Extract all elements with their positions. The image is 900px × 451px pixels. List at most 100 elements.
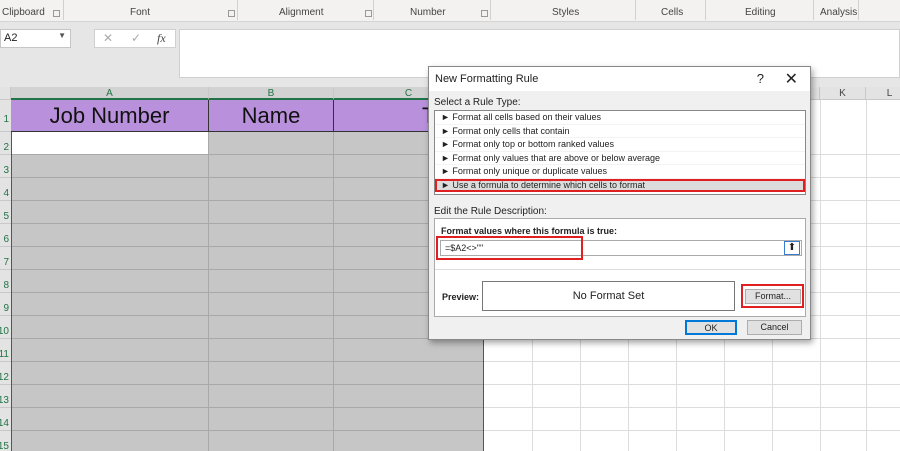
cell-a1[interactable]: Job Number <box>11 100 209 132</box>
formula-buttons: ✕ ✓ fx <box>94 29 176 48</box>
dialog-title: New Formatting Rule <box>429 67 810 91</box>
insert-function-icon[interactable]: fx <box>157 31 166 46</box>
cell[interactable] <box>209 155 334 178</box>
cell[interactable] <box>209 224 334 247</box>
cell[interactable] <box>209 270 334 293</box>
gridline <box>484 430 900 431</box>
row-header[interactable]: 9 <box>0 293 11 316</box>
active-cell[interactable] <box>11 132 209 155</box>
preview-box: No Format Set <box>482 281 735 311</box>
name-box-value: A2 <box>4 32 18 44</box>
cell[interactable] <box>209 339 334 362</box>
close-icon[interactable]: ✕ <box>785 69 798 89</box>
rule-type-item[interactable]: ► Format only values that are above or b… <box>435 152 805 165</box>
cell[interactable] <box>209 362 334 385</box>
row-header[interactable]: 11 <box>0 339 11 362</box>
preview-label: Preview: <box>442 292 480 302</box>
formula-label: Format values where this formula is true… <box>441 226 618 236</box>
dialog-launcher-icon[interactable] <box>481 10 488 17</box>
cell[interactable] <box>209 178 334 201</box>
cell[interactable] <box>11 178 209 201</box>
cell[interactable] <box>334 339 484 362</box>
cell-b1[interactable]: Name <box>209 100 334 132</box>
ribbon-group-alignment: Alignment <box>279 7 324 18</box>
rule-type-item[interactable]: ► Format only cells that contain <box>435 125 805 138</box>
ribbon-group-clipboard: Clipboard <box>2 7 45 18</box>
column-header-a[interactable]: A <box>11 87 209 100</box>
select-all-button[interactable] <box>0 87 11 100</box>
cell[interactable] <box>11 247 209 270</box>
cell[interactable] <box>11 201 209 224</box>
row-header[interactable]: 13 <box>0 385 11 408</box>
column-header-b[interactable]: B <box>209 87 334 100</box>
cell[interactable] <box>209 431 334 451</box>
ok-button[interactable]: OK <box>685 320 737 335</box>
rule-description-panel: Format values where this formula is true… <box>434 218 806 317</box>
ribbon-group-cells: Cells <box>661 7 684 18</box>
chevron-down-icon[interactable]: ▼ <box>58 31 66 40</box>
cell[interactable] <box>11 408 209 431</box>
cell[interactable] <box>334 362 484 385</box>
cancel-button[interactable]: Cancel <box>747 320 802 335</box>
cell[interactable] <box>11 270 209 293</box>
cell[interactable] <box>209 408 334 431</box>
gridline <box>484 407 900 408</box>
edit-rule-description-label: Edit the Rule Description: <box>434 206 547 217</box>
row-header[interactable]: 15 <box>0 431 11 451</box>
cell[interactable] <box>334 431 484 451</box>
select-rule-type-label: Select a Rule Type: <box>434 97 521 108</box>
row-header[interactable]: 8 <box>0 270 11 293</box>
ribbon-group-font: Font <box>130 7 151 18</box>
cell[interactable] <box>209 247 334 270</box>
name-box[interactable]: A2 ▼ <box>0 29 71 48</box>
ribbon-group-editing: Editing <box>745 7 776 18</box>
dialog-launcher-icon[interactable] <box>228 10 235 17</box>
cell[interactable] <box>209 385 334 408</box>
rule-type-item[interactable]: ► Format only top or bottom ranked value… <box>435 138 805 152</box>
cell[interactable] <box>209 132 334 155</box>
cell[interactable] <box>209 316 334 339</box>
help-button[interactable]: ? <box>757 71 764 86</box>
row-header[interactable]: 1 <box>0 100 11 132</box>
cell[interactable] <box>11 316 209 339</box>
rule-type-item[interactable]: ► Format all cells based on their values <box>435 111 805 125</box>
rule-type-item-selected[interactable]: ► Use a formula to determine which cells… <box>435 178 805 192</box>
row-header[interactable]: 3 <box>0 155 11 178</box>
row-header[interactable]: 6 <box>0 224 11 247</box>
dialog-launcher-icon[interactable] <box>365 10 372 17</box>
row-header[interactable]: 2 <box>0 132 11 155</box>
cell[interactable] <box>11 339 209 362</box>
cancel-icon[interactable]: ✕ <box>103 31 113 45</box>
cell[interactable] <box>11 385 209 408</box>
gridline <box>484 361 900 362</box>
cell[interactable] <box>11 155 209 178</box>
row-header[interactable]: 4 <box>0 178 11 201</box>
ribbon-group-styles: Styles <box>552 7 580 18</box>
cell[interactable] <box>334 385 484 408</box>
ribbon-group-number: Number <box>410 7 446 18</box>
row-header[interactable]: 12 <box>0 362 11 385</box>
ribbon: Clipboard Font Alignment Number Styles C… <box>0 0 900 22</box>
rule-type-item[interactable]: ► Format only unique or duplicate values <box>435 165 805 179</box>
column-header-k[interactable]: K <box>820 87 866 100</box>
collapse-dialog-icon[interactable]: ⬆ <box>784 241 800 255</box>
dialog-launcher-icon[interactable] <box>53 10 60 17</box>
column-header-l[interactable]: L <box>866 87 900 100</box>
gridline <box>484 384 900 385</box>
cell[interactable] <box>11 224 209 247</box>
row-header[interactable]: 10 <box>0 316 11 339</box>
highlight-box <box>436 236 583 260</box>
row-header[interactable]: 14 <box>0 408 11 431</box>
cell[interactable] <box>334 408 484 431</box>
row-header[interactable]: 5 <box>0 201 11 224</box>
rule-type-list: ► Format all cells based on their values… <box>434 110 806 195</box>
new-formatting-rule-dialog: New Formatting Rule ? ✕ Select a Rule Ty… <box>428 66 811 340</box>
highlight-box <box>741 284 804 308</box>
enter-icon[interactable]: ✓ <box>131 31 141 45</box>
cell[interactable] <box>209 293 334 316</box>
row-header[interactable]: 7 <box>0 247 11 270</box>
cell[interactable] <box>209 201 334 224</box>
cell[interactable] <box>11 362 209 385</box>
cell[interactable] <box>11 431 209 451</box>
cell[interactable] <box>11 293 209 316</box>
